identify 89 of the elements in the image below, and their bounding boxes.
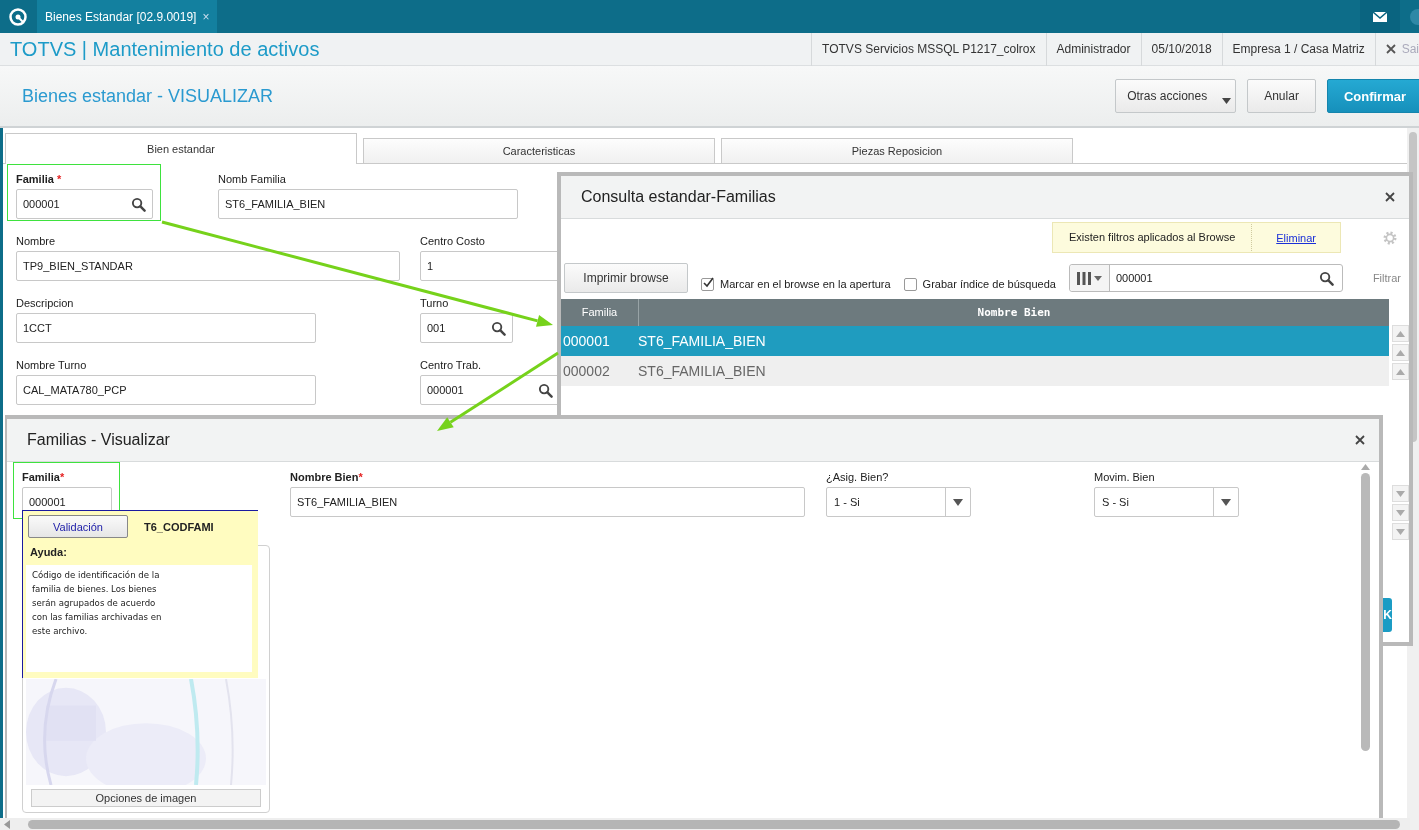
caret-icon	[1093, 275, 1102, 281]
search-icon[interactable]	[538, 382, 553, 398]
text-field[interactable]: 1	[420, 251, 560, 281]
arrow-down-icon	[1396, 528, 1405, 535]
table-cell-text: ST6_FAMILIA_BIEN	[638, 333, 767, 349]
arrow-left-icon	[4, 819, 10, 829]
field-label: Centro Trab.	[420, 358, 483, 372]
text-field[interactable]: ST6_FAMILIA_BIEN	[290, 487, 805, 517]
search-icon[interactable]	[491, 320, 506, 336]
column-header[interactable]: Nombre Bien	[639, 306, 1389, 319]
arrow-up-icon	[1360, 464, 1370, 470]
close-icon	[1385, 44, 1396, 54]
header-info: Administrador	[1045, 32, 1141, 66]
page-title: Bienes estandar - VISUALIZAR	[22, 85, 275, 107]
field-label: Familia *	[16, 172, 63, 186]
dropdown[interactable]: 1 - Si	[826, 487, 971, 517]
text-field[interactable]: ST6_FAMILIA_BIEN	[218, 189, 518, 219]
column-selector[interactable]	[1069, 265, 1110, 291]
text-field[interactable]: 000001	[420, 375, 560, 405]
arrow-down-icon	[1396, 490, 1405, 497]
search-field[interactable]: 000001	[1068, 264, 1343, 292]
settings-icon[interactable]	[1383, 230, 1397, 245]
field-label: ¿Asig. Bien?	[826, 470, 890, 484]
help-heading: Ayuda:	[30, 546, 68, 558]
dialog-title: Consulta estandar-Familias	[581, 188, 777, 206]
field-label: Nomb Familia	[218, 172, 287, 186]
checkbox-label: Grabar índice de búsqueda	[922, 278, 1056, 290]
arrow-up-icon	[1396, 368, 1405, 375]
print-button[interactable]: Imprimir browse	[564, 263, 688, 293]
scroll-down-button[interactable]	[1392, 504, 1409, 521]
scroll-up-button[interactable]	[1392, 363, 1409, 380]
horizontal-scrollbar[interactable]	[0, 818, 1410, 830]
field-label: Nombre Bien*	[290, 470, 364, 484]
arrow-up-icon	[1396, 349, 1405, 356]
app-tab[interactable]: Bienes Estandar [02.9.0019] ×	[37, 0, 218, 33]
field-label: Centro Costo	[420, 234, 486, 248]
table-row[interactable]: 000002 ST6_FAMILIA_BIEN	[561, 356, 1389, 386]
checkbox[interactable]	[903, 277, 917, 291]
text-field[interactable]: CAL_MATA780_PCP	[16, 375, 316, 405]
close-icon[interactable]	[1355, 435, 1365, 445]
dialog-title: Familias - Visualizar	[27, 431, 171, 449]
caret-icon	[1221, 498, 1231, 506]
scroll-up-button[interactable]	[1392, 344, 1409, 361]
notice-text: Existen filtros aplicados al Browse	[1052, 224, 1253, 251]
header-info: Empresa 1 / Casa Matriz	[1221, 32, 1375, 66]
text-field[interactable]: 001	[420, 313, 513, 343]
caret-icon	[1222, 98, 1232, 104]
logo-icon[interactable]	[9, 7, 27, 26]
field-code: T6_CODFAMI	[144, 520, 214, 533]
arrow-up-icon	[1396, 330, 1405, 337]
checkbox[interactable]	[701, 277, 714, 291]
tab[interactable]: Bien estandar	[5, 133, 357, 164]
field-label: Movim. Bien	[1094, 470, 1156, 484]
close-icon[interactable]	[1385, 192, 1395, 202]
search-icon[interactable]	[131, 196, 146, 212]
search-icon[interactable]	[1318, 270, 1334, 286]
dropdown[interactable]: S - Si	[1094, 487, 1239, 517]
mail-button[interactable]	[1360, 0, 1400, 33]
field-label: Familia*	[22, 470, 66, 484]
mail-icon	[1373, 11, 1387, 22]
table-cell-text: 000001	[562, 333, 611, 349]
table-cell-text: 000002	[562, 363, 611, 379]
app-title: TOTVS | Mantenimiento de activos	[10, 37, 321, 61]
checkbox-label: Marcar en el browse en la apertura	[720, 278, 891, 290]
arrow-down-icon	[1396, 509, 1405, 516]
field-label: Descripcion	[16, 296, 75, 310]
text-field[interactable]: 1CCT	[16, 313, 316, 343]
actions-menu-button[interactable]: Otras acciones	[1115, 79, 1237, 113]
table-cell-text: ST6_FAMILIA_BIEN	[638, 363, 767, 379]
cancel-button[interactable]: Anular	[1247, 79, 1316, 113]
filter-label[interactable]: Filtrar	[1372, 272, 1401, 284]
scroll-down-button[interactable]	[1392, 485, 1409, 502]
validation-button[interactable]: Validación	[28, 515, 128, 538]
remove-filter-link[interactable]: Eliminar	[1252, 231, 1340, 244]
header-info: 05/10/2018	[1140, 32, 1222, 66]
caret-icon	[953, 498, 963, 506]
field-label: Turno	[420, 296, 450, 310]
field-label: Nombre Turno	[16, 358, 88, 372]
header-info: TOTVS Servicios MSSQL P1217_colrox	[811, 32, 1046, 66]
text-field[interactable]: 000001	[16, 189, 153, 219]
scroll-up-button[interactable]	[1392, 325, 1409, 342]
text-field[interactable]: TP9_BIEN_STANDAR	[16, 251, 400, 281]
field-label: Nombre	[16, 234, 57, 248]
tab[interactable]: Piezas Reposicion	[721, 138, 1073, 163]
image-options-button[interactable]: Opciones de imagen	[31, 789, 261, 807]
columns-icon	[1076, 271, 1091, 285]
help-text: Código de identificación de la familia de bienes. Los bienes serán agrupados de acuerdo con las familias archivadas en este archivo.	[32, 570, 162, 636]
scroll-down-button[interactable]	[1392, 523, 1409, 540]
tab[interactable]: Caracteristicas	[363, 138, 715, 163]
